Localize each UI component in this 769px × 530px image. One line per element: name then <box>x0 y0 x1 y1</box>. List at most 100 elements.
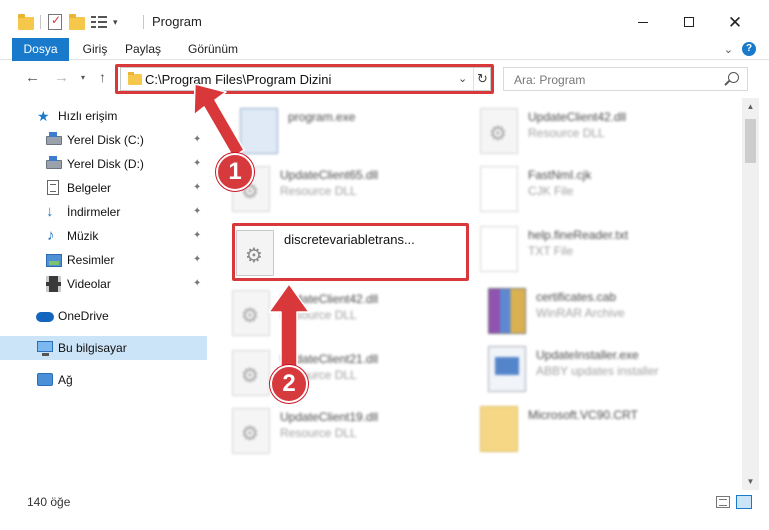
search-placeholder: Ara: Program <box>514 73 586 87</box>
list-item[interactable]: UpdateClient42.dll Resource DLL <box>232 288 462 344</box>
list-item[interactable]: UpdateClient21.dll Resource DLL <box>232 348 462 404</box>
star-icon: ★ <box>37 108 50 124</box>
list-item[interactable]: certificates.cab WinRAR Archive <box>488 286 718 342</box>
up-arrow-icon[interactable]: ↑ <box>99 69 106 85</box>
file-name: UpdateClient21.dll <box>280 352 379 366</box>
file-name: UpdateClient42.dll <box>528 110 627 124</box>
window-title: Program <box>152 14 202 29</box>
sidebar-item-downloads[interactable]: ↓ İndirmeler ✦ <box>0 200 207 224</box>
sidebar-item-local-disk-d[interactable]: Yerel Disk (D:) ✦ <box>0 152 207 176</box>
sidebar-item-label: Yerel Disk (D:) <box>67 157 144 171</box>
forward-arrow-icon[interactable]: → <box>54 69 69 86</box>
file-name: UpdateClient65.dll <box>280 168 379 182</box>
close-button[interactable]: ✕ <box>712 8 758 36</box>
list-item[interactable]: Microsoft.VC90.CRT <box>480 404 710 460</box>
dll-icon <box>236 230 274 276</box>
toolbar-separator <box>40 15 41 29</box>
list-item[interactable]: UpdateClient42.dll Resource DLL <box>480 106 710 162</box>
tab-share[interactable]: Paylaş <box>120 38 166 60</box>
large-icons-view-icon[interactable] <box>736 495 752 509</box>
list-item[interactable]: help.fineReader.txt TXT File <box>480 224 710 280</box>
dll-icon <box>232 290 270 336</box>
properties-icon[interactable] <box>91 14 107 30</box>
sidebar-item-network[interactable]: Ağ <box>0 368 207 392</box>
file-type: ABBY updates installer <box>536 364 659 378</box>
scroll-down-icon[interactable]: ▼ <box>742 473 759 490</box>
sidebar-item-local-disk-c[interactable]: Yerel Disk (C:) ✦ <box>0 128 207 152</box>
new-folder-icon[interactable] <box>69 14 85 30</box>
pin-icon[interactable]: ✦ <box>193 134 201 145</box>
step-badge-2: 2 <box>270 365 308 403</box>
details-view-icon[interactable] <box>716 496 730 508</box>
minimize-button[interactable] <box>620 8 666 36</box>
pin-icon[interactable]: ✦ <box>193 182 201 193</box>
dll-icon <box>232 408 270 454</box>
documents-icon <box>47 180 59 195</box>
tab-home[interactable]: Giriş <box>77 38 113 60</box>
tab-view[interactable]: Görünüm <box>184 38 242 60</box>
navigation-pane: ★ Hızlı erişim Yerel Disk (C:) ✦ Yerel D… <box>0 98 207 490</box>
file-type: Resource DLL <box>280 426 357 440</box>
maximize-icon <box>684 17 694 27</box>
list-item[interactable]: UpdateInstaller.exe ABBY updates install… <box>488 344 718 400</box>
list-item[interactable]: program.exe <box>240 106 470 162</box>
customize-toolbar-chevron-icon[interactable]: ▾ <box>113 17 118 28</box>
file-name: Microsoft.VC90.CRT <box>528 408 638 422</box>
file-type: Resource DLL <box>280 184 357 198</box>
navigation-bar: ← → ▾ ↑ C:\Program Files\Program Dizini … <box>0 61 769 95</box>
file-type: Resource DLL <box>280 308 357 322</box>
sidebar-item-pictures[interactable]: Resimler ✦ <box>0 248 207 272</box>
sidebar-item-videos[interactable]: Videolar ✦ <box>0 272 207 296</box>
address-bar[interactable]: C:\Program Files\Program Dizini ⌄ ↻ <box>120 67 491 91</box>
folder-icon <box>18 14 34 30</box>
recent-locations-chevron-icon[interactable]: ▾ <box>81 73 85 82</box>
list-item[interactable]: UpdateClient65.dll Resource DLL <box>232 164 462 220</box>
sidebar-item-label: OneDrive <box>58 309 109 323</box>
sidebar-item-onedrive[interactable]: OneDrive <box>0 304 207 328</box>
address-dropdown-chevron-icon[interactable]: ⌄ <box>458 72 467 85</box>
search-icon <box>728 72 739 83</box>
search-input[interactable]: Ara: Program <box>503 67 748 91</box>
refresh-icon[interactable]: ↻ <box>473 68 491 90</box>
address-folder-icon <box>128 72 142 85</box>
file-name: UpdateInstaller.exe <box>536 348 639 362</box>
sidebar-item-this-pc[interactable]: Bu bilgisayar <box>0 336 207 360</box>
pin-icon[interactable]: ✦ <box>193 158 201 169</box>
exe-icon <box>240 108 278 154</box>
sidebar-item-label: Bu bilgisayar <box>58 341 127 355</box>
maximize-button[interactable] <box>666 8 712 36</box>
vertical-scrollbar[interactable]: ▲ ▼ <box>742 98 759 490</box>
properties-check-icon[interactable] <box>47 13 63 30</box>
sidebar-item-label: Yerel Disk (C:) <box>67 133 144 147</box>
address-path: C:\Program Files\Program Dizini <box>145 72 332 87</box>
sidebar-item-documents[interactable]: Belgeler ✦ <box>0 176 207 200</box>
ribbon-tabs: Dosya Giriş Paylaş Görünüm ⌄ ? <box>0 38 769 94</box>
title-bar: ▾ Program ✕ <box>0 0 769 38</box>
file-name: certificates.cab <box>536 290 617 304</box>
folder-icon <box>480 406 518 452</box>
sidebar-item-quick-access[interactable]: ★ Hızlı erişim <box>0 104 207 128</box>
list-item[interactable]: UpdateClient19.dll Resource DLL <box>232 406 462 462</box>
sidebar-item-label: Hızlı erişim <box>58 109 118 123</box>
file-type: CJK File <box>528 184 574 198</box>
list-item[interactable]: FastNmI.cjk CJK File <box>480 164 710 220</box>
scroll-up-icon[interactable]: ▲ <box>742 98 759 115</box>
music-icon: ♪ <box>47 227 55 244</box>
ribbon-expand-chevron-icon[interactable]: ⌄ <box>724 43 733 56</box>
list-item-target-file[interactable]: discretevariabletrans... <box>236 228 466 284</box>
file-type: TXT File <box>528 244 574 258</box>
step-badge-1: 1 <box>216 153 254 191</box>
sidebar-item-label: Müzik <box>67 229 99 243</box>
help-icon[interactable]: ? <box>742 42 756 56</box>
text-file-icon <box>480 166 518 212</box>
back-arrow-icon[interactable]: ← <box>25 69 40 86</box>
sidebar-item-label: Videolar <box>67 277 111 291</box>
sidebar-item-music[interactable]: ♪ Müzik ✦ <box>0 224 207 248</box>
pin-icon[interactable]: ✦ <box>193 206 201 217</box>
onedrive-icon <box>36 312 54 322</box>
pin-icon[interactable]: ✦ <box>193 278 201 289</box>
winrar-icon <box>488 288 526 334</box>
pin-icon[interactable]: ✦ <box>193 230 201 241</box>
pin-icon[interactable]: ✦ <box>193 254 201 265</box>
scrollbar-thumb[interactable] <box>745 119 756 163</box>
